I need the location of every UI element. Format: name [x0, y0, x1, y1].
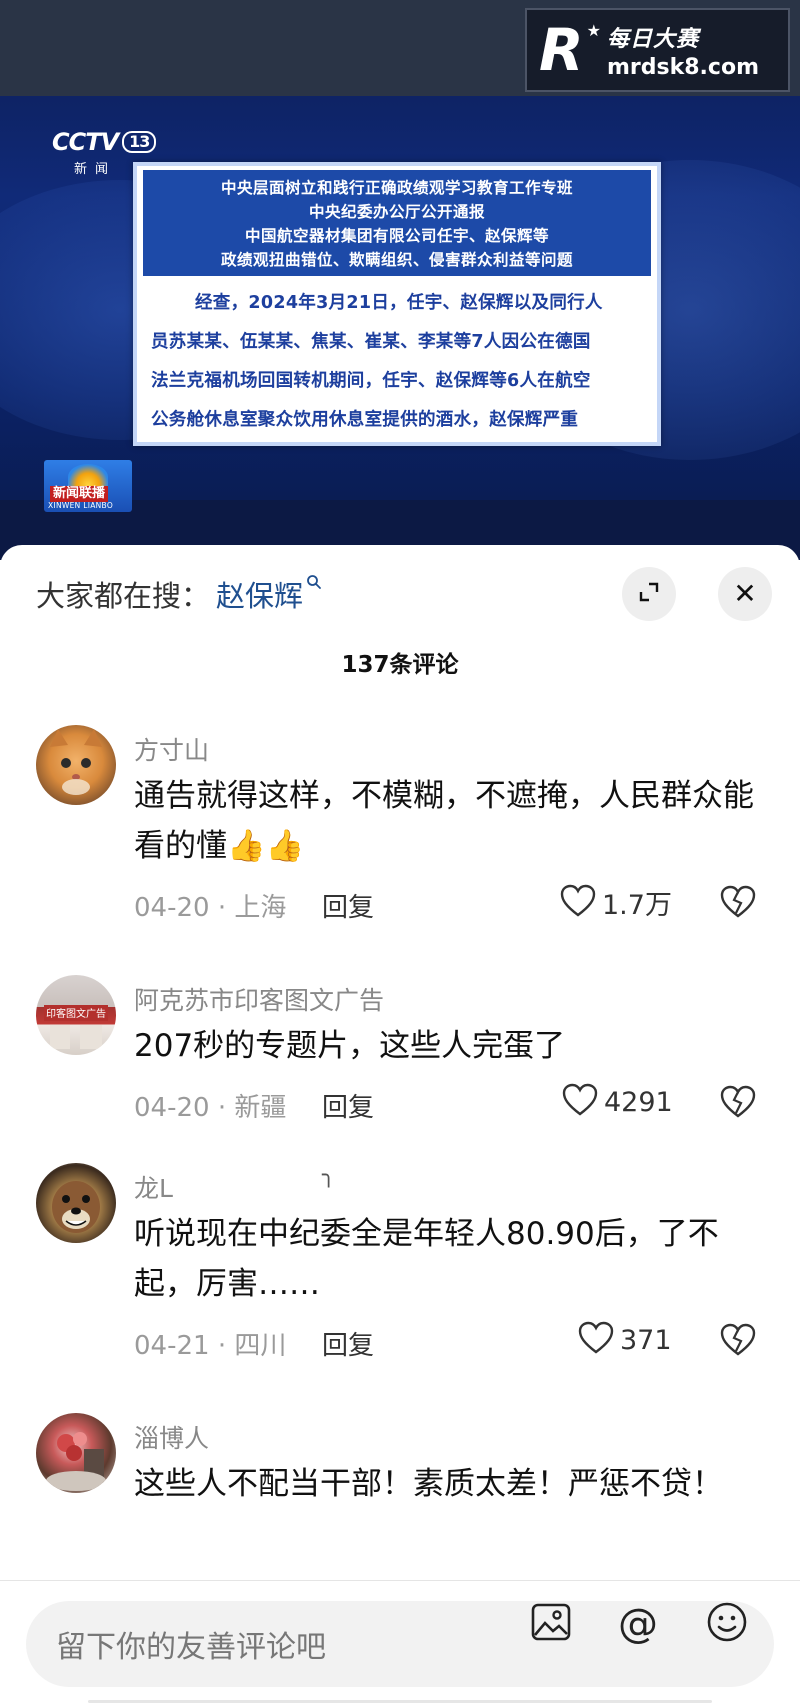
- avatar[interactable]: [36, 725, 116, 805]
- like-button[interactable]: 371: [578, 1321, 672, 1359]
- emoji-button[interactable]: [704, 1601, 750, 1647]
- emoji-icon: [706, 1601, 748, 1647]
- stray-mark: ╮: [322, 1163, 336, 1188]
- avatar-shop-sign: 印客图文广告: [46, 1007, 106, 1020]
- comment-username[interactable]: 龙L: [134, 1169, 173, 1205]
- comment-text: 这些人不配当干部！素质太差！严惩不贷！: [134, 1466, 723, 1502]
- dislike-button[interactable]: [720, 1323, 756, 1361]
- like-count: 4291: [604, 1086, 673, 1118]
- expand-icon: [636, 579, 662, 609]
- search-suggestion[interactable]: 大家都在搜： 赵保辉: [36, 573, 322, 615]
- comment-username[interactable]: 淄博人: [134, 1419, 209, 1455]
- heart-icon: [560, 884, 596, 922]
- notice-body-line: 法兰克福机场回国转机期间，任宇、赵保辉等6人在航空: [151, 371, 591, 391]
- comment-text: 通告就得这样，不模糊，不遮掩，人民群众能看的懂👍👍: [134, 778, 754, 864]
- dislike-button[interactable]: [720, 885, 756, 923]
- notice-body: 经查，2024年3月21日，任宇、赵保辉以及同行人 员苏某某、伍某某、焦某、崔某…: [137, 276, 657, 440]
- watermark-url: mrdsk8.com: [607, 54, 759, 80]
- watermark-r-icon: R ★: [539, 16, 601, 84]
- close-button[interactable]: ✕: [718, 567, 772, 621]
- image-button[interactable]: [528, 1601, 574, 1647]
- notice-header-line: 中国航空器材集团有限公司任宇、赵保辉等: [244, 227, 549, 245]
- search-icon: [306, 574, 322, 595]
- broken-heart-icon: [720, 885, 756, 923]
- broken-heart-icon: [720, 1085, 756, 1123]
- heart-icon: [578, 1321, 614, 1359]
- avatar[interactable]: 印客图文广告: [36, 975, 116, 1055]
- comment-meta: 04-21 · 四川: [134, 1331, 287, 1361]
- comments-sheet: 大家都在搜： 赵保辉 ✕ 137条评论 方寸山 通告就得这样，不模糊，不遮掩，人…: [0, 545, 800, 1706]
- close-icon: ✕: [733, 577, 757, 610]
- news-notice-card: 中央层面树立和践行正确政绩观学习教育工作专班 中央纪委办公厅公开通报 中国航空器…: [133, 162, 661, 446]
- broken-heart-icon: [720, 1323, 756, 1361]
- avatar[interactable]: [36, 1163, 116, 1243]
- at-icon: @: [618, 1601, 658, 1647]
- cctv-logo-text: CCTV: [52, 128, 119, 156]
- like-count: 1.7万: [602, 890, 672, 921]
- dislike-button[interactable]: [720, 1085, 756, 1123]
- watermark-logo: R ★ 每日大赛 mrdsk8.com: [525, 8, 790, 92]
- notice-body-line: 经查，2024年3月21日，任宇、赵保辉以及同行人: [195, 293, 603, 313]
- search-suggestion-term[interactable]: 赵保辉: [216, 573, 303, 615]
- like-count: 371: [620, 1324, 672, 1356]
- like-button[interactable]: 4291: [562, 1083, 673, 1121]
- comment-count: 137条评论: [341, 652, 459, 678]
- image-icon: [531, 1603, 571, 1645]
- reply-button[interactable]: 回复: [322, 1087, 374, 1124]
- program-logo: 新闻联播 XINWEN LIANBO: [44, 460, 132, 512]
- comment-input[interactable]: 留下你的友善评论吧: [26, 1601, 774, 1687]
- comment-text: 207秒的专题片，这些人完蛋了: [134, 1028, 566, 1064]
- reply-button[interactable]: 回复: [322, 1325, 374, 1362]
- comment-text: 听说现在中纪委全是年轻人80.90后，了不起，厉害……: [134, 1216, 719, 1302]
- avatar[interactable]: [36, 1413, 116, 1493]
- channel-number: 13: [122, 131, 157, 153]
- notice-header-line: 中央层面树立和践行正确政绩观学习教育工作专班: [220, 179, 573, 197]
- mention-button[interactable]: @: [615, 1601, 661, 1647]
- comment-input-bar: 留下你的友善评论吧 @: [0, 1580, 800, 1706]
- notice-body-line: 员苏某某、伍某某、焦某、崔某、李某等7人因公在德国: [151, 332, 591, 352]
- comment-input-placeholder: 留下你的友善评论吧: [56, 1630, 326, 1665]
- like-button[interactable]: 1.7万: [560, 883, 672, 922]
- notice-header-line: 政绩观扭曲错位、欺瞒组织、侵害群众利益等问题: [220, 251, 573, 269]
- comment-username[interactable]: 阿克苏市印客图文广告: [134, 981, 384, 1017]
- program-logo-cn: 新闻联播: [50, 486, 109, 502]
- notice-header-line: 中央纪委办公厅公开通报: [308, 203, 485, 221]
- video-player[interactable]: R ★ 每日大赛 mrdsk8.com CCTV 13 新闻 中央层面树立和践行正…: [0, 0, 800, 560]
- comment-meta: 04-20 · 新疆: [134, 1093, 287, 1123]
- notice-header: 中央层面树立和践行正确政绩观学习教育工作专班 中央纪委办公厅公开通报 中国航空器…: [143, 170, 651, 276]
- heart-icon: [562, 1083, 598, 1121]
- reply-button[interactable]: 回复: [322, 887, 374, 924]
- search-suggestion-label: 大家都在搜：: [36, 579, 211, 613]
- comment-username[interactable]: 方寸山: [134, 731, 209, 767]
- program-logo-pinyin: XINWEN LIANBO: [48, 501, 114, 510]
- home-indicator: [88, 1700, 712, 1703]
- comment-meta: 04-20 · 上海: [134, 893, 287, 923]
- watermark-name: 每日大赛: [607, 26, 700, 52]
- expand-button[interactable]: [622, 567, 676, 621]
- notice-body-line: 公务舱休息室聚众饮用休息室提供的酒水，赵保辉严重: [151, 410, 579, 430]
